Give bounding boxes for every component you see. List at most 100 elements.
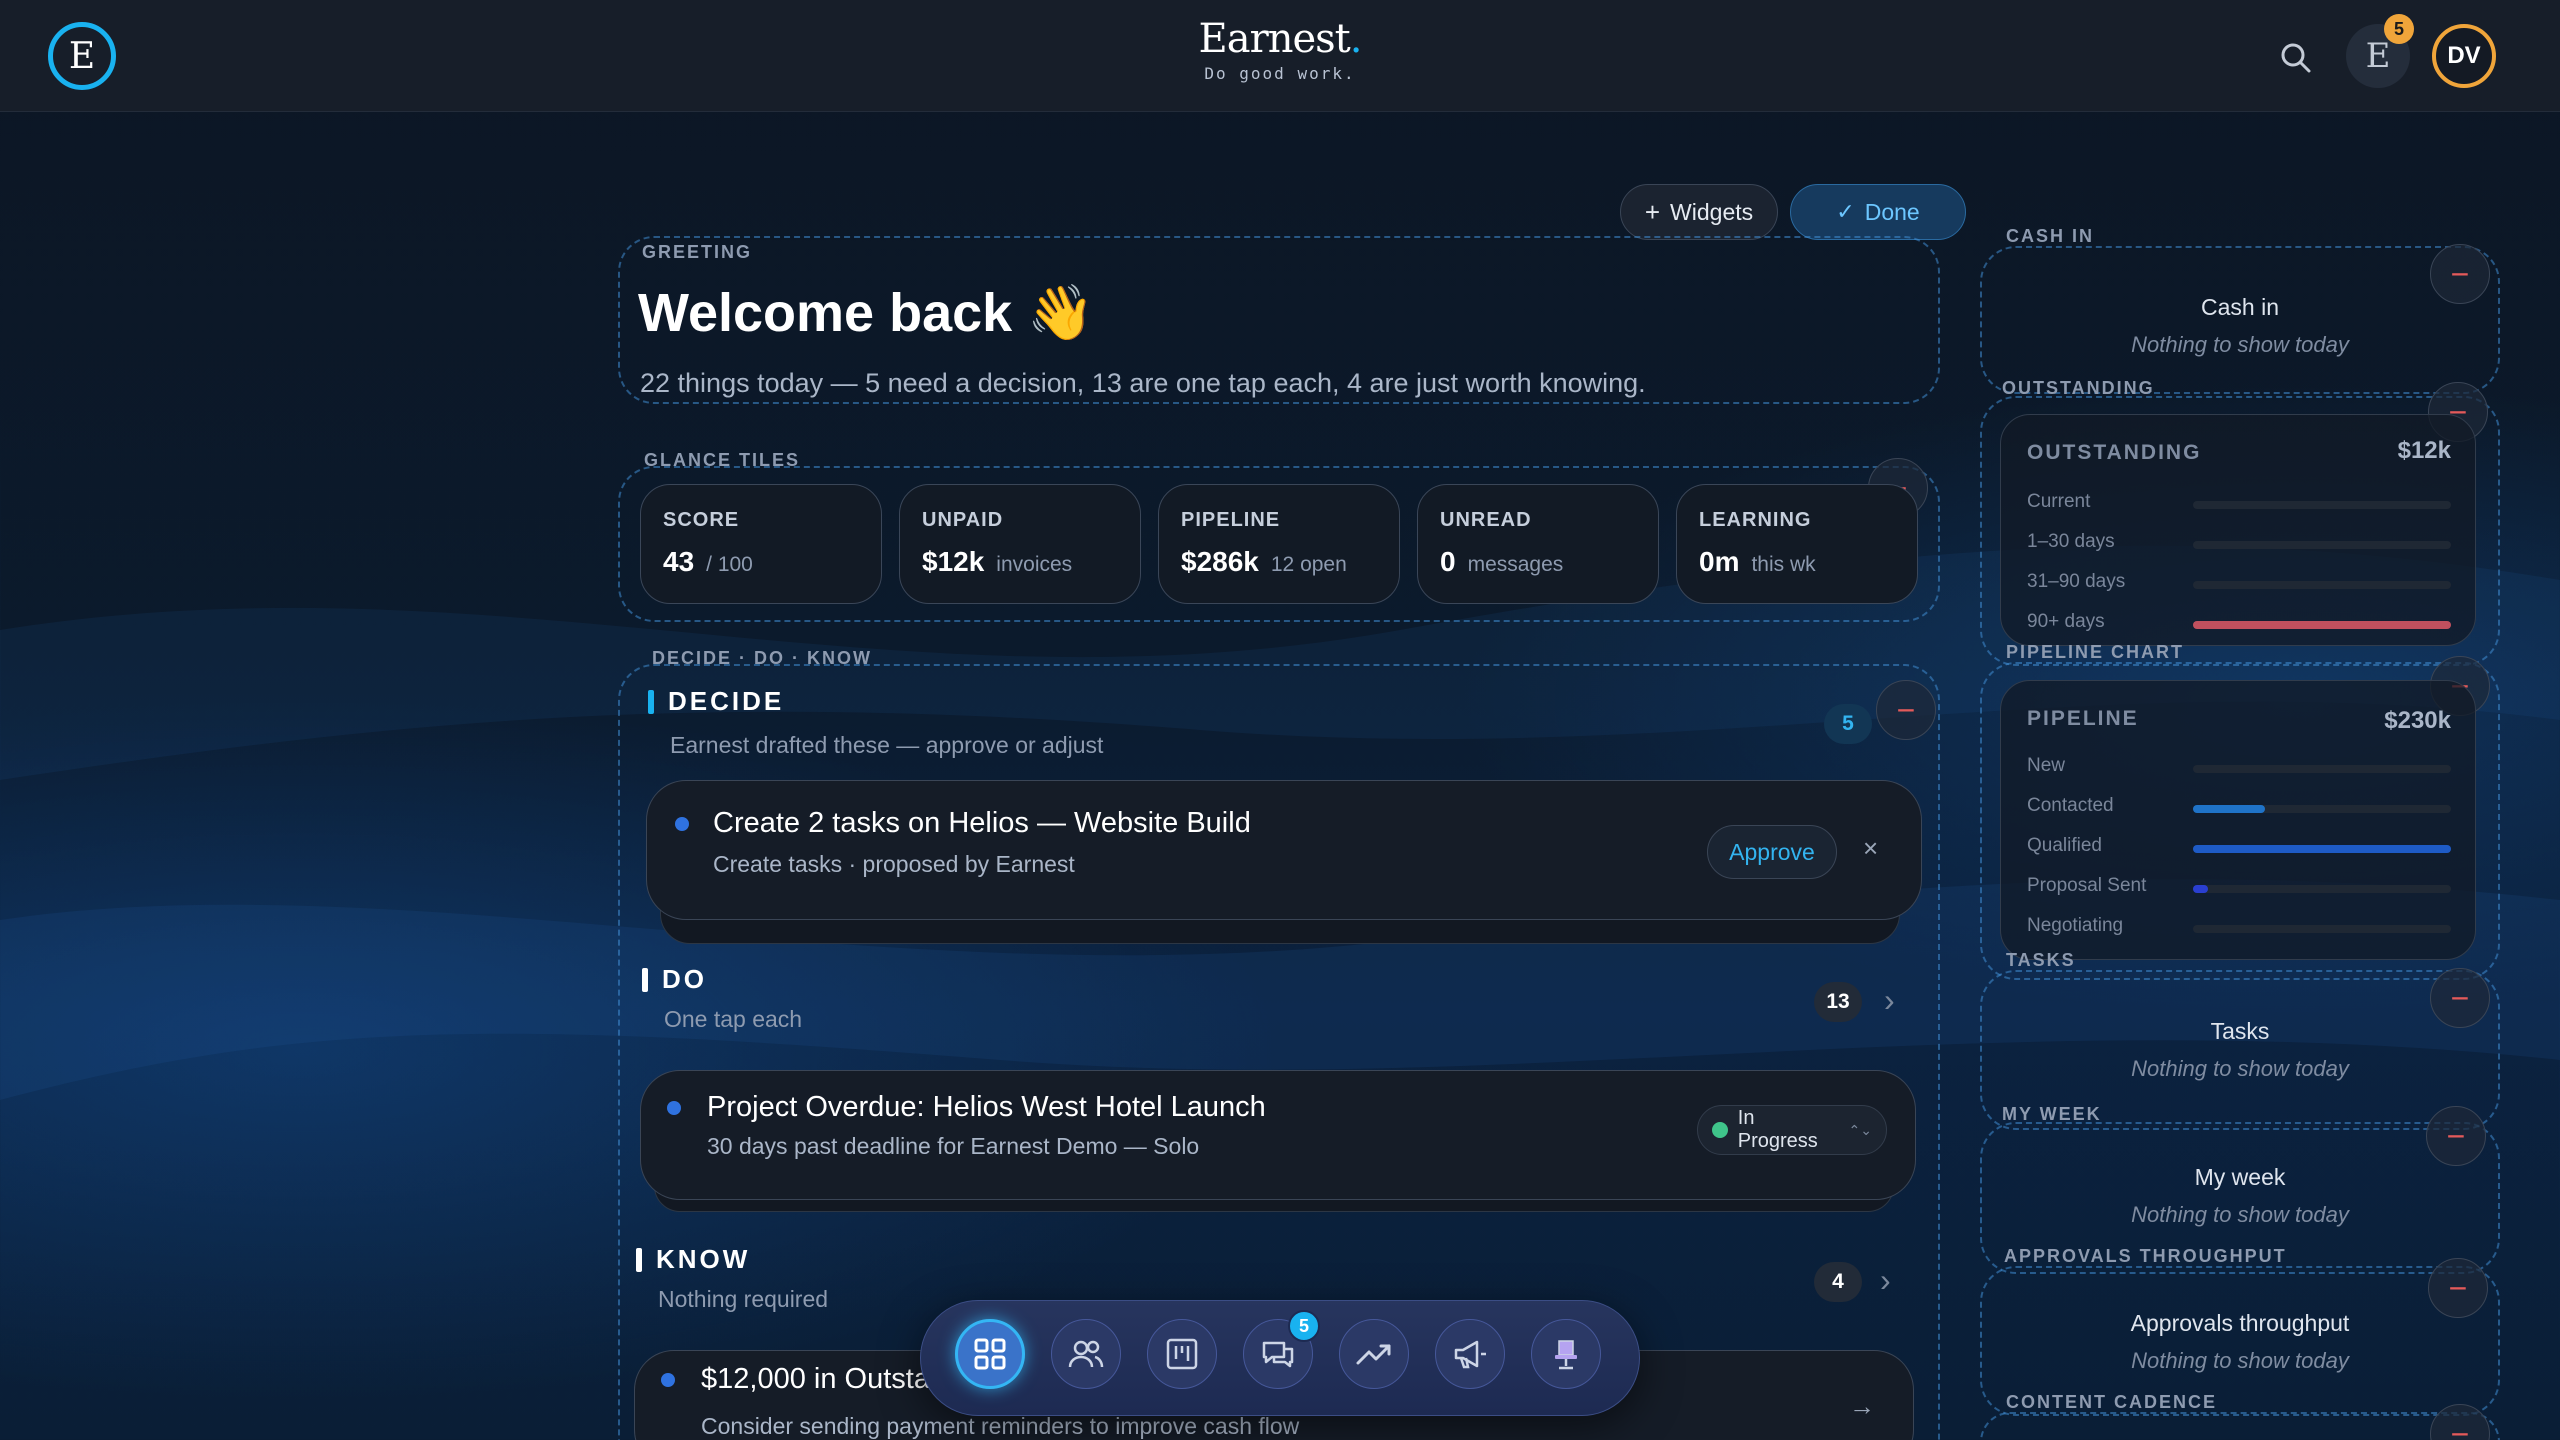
approvals-title: Approvals throughput [2130, 1310, 2350, 1336]
decide-header: DECIDE [648, 686, 784, 717]
outstanding-total: $12k [2397, 437, 2451, 464]
outstanding-row-bar [2193, 621, 2451, 629]
do-subtitle: One tap each [664, 1006, 803, 1032]
pipeline-row-label: Proposal Sent [2027, 875, 2147, 896]
dock-workspace-button[interactable] [1531, 1319, 1601, 1389]
tasks-title: Tasks [2210, 1018, 2270, 1044]
do-count-badge: 13 [1814, 982, 1862, 1022]
pipeline-row-bar [2193, 845, 2451, 853]
card-subtitle: Consider sending payment reminders to im… [701, 1413, 1300, 1439]
content-cadence-section-label: CONTENT CADENCE [2006, 1392, 2218, 1412]
trend-icon [1356, 1344, 1391, 1365]
do-accent-bar [642, 967, 648, 992]
know-title: KNOW [656, 1244, 751, 1274]
outstanding-panel: OUTSTANDING $12k Current 1–30 days 31–90 d… [2000, 414, 2476, 646]
glance-tile-score[interactable]: SCORE 43 / 100 [640, 484, 882, 604]
tasks-section-label: TASKS [2006, 950, 2076, 970]
widgets-label: Widgets [1670, 198, 1754, 225]
know-count-badge: 4 [1814, 1262, 1862, 1302]
dock-board-button[interactable] [1147, 1319, 1217, 1389]
status-select[interactable]: In Progress ⌃⌄ [1697, 1105, 1887, 1155]
plus-icon: + [1644, 196, 1661, 227]
decide-count-badge: 5 [1824, 704, 1872, 744]
remove-ddk-button[interactable]: − [1876, 680, 1936, 740]
done-button[interactable]: ✓ Done [1790, 184, 1966, 240]
pipeline-row-label: Contacted [2027, 795, 2114, 816]
chair-icon [1555, 1340, 1577, 1370]
messages-badge: 5 [1288, 1310, 1320, 1342]
glance-tile-unread[interactable]: UNREAD 0 messages [1417, 484, 1659, 604]
brand-tagline: Do good work. [1204, 64, 1356, 83]
outstanding-row-track [2193, 581, 2451, 589]
decide-accent-bar [648, 689, 654, 714]
remove-my-week-button[interactable]: − [2426, 1106, 2486, 1166]
remove-approvals-button[interactable]: − [2428, 1258, 2488, 1318]
pipeline-total: $230k [2384, 707, 2451, 734]
dock-announce-button[interactable] [1435, 1319, 1505, 1389]
arrow-right-icon[interactable]: → [1849, 1391, 1875, 1422]
minus-icon: − [1896, 691, 1916, 728]
decide-title: DECIDE [668, 686, 785, 716]
notifications-button[interactable]: E 5 [2346, 14, 2414, 88]
logo-letter: E [68, 35, 96, 77]
dock-messages-button[interactable]: 5 [1243, 1310, 1320, 1389]
know-subtitle: Nothing required [658, 1286, 829, 1312]
tile-unit: 12 open [1270, 553, 1347, 576]
avatar[interactable]: DV [2432, 24, 2496, 88]
pipeline-section-label: PIPELINE CHART [2006, 642, 2185, 662]
glance-tile-learning[interactable]: LEARNING 0m this wk [1676, 484, 1918, 604]
people-icon [1068, 1340, 1104, 1368]
know-header: KNOW [636, 1244, 750, 1275]
welcome-subtitle: 22 things today — 5 need a decision, 13 … [640, 368, 1646, 398]
minus-icon: − [2450, 1415, 2470, 1440]
megaphone-icon [1454, 1340, 1486, 1369]
my-week-title: My week [2194, 1164, 2286, 1190]
card-subtitle: Create tasks · proposed by Earnest [713, 851, 1075, 877]
card-title: Project Overdue: Helios West Hotel Launc… [707, 1091, 1266, 1123]
brand-name: Earnest. [1180, 16, 1380, 62]
card-status-dot [675, 817, 689, 831]
done-label: Done [1864, 198, 1920, 225]
pipeline-row-track [2193, 925, 2451, 933]
tile-label: LEARNING [1699, 509, 1812, 531]
app-logo[interactable]: E [48, 22, 116, 90]
pipeline-row-bar [2193, 805, 2266, 813]
dock-people-button[interactable] [1051, 1319, 1121, 1389]
pipeline-row-track [2193, 765, 2451, 773]
minus-icon: − [2446, 1117, 2466, 1154]
minus-icon: − [2450, 255, 2470, 292]
glance-tile-unpaid[interactable]: UNPAID $12k invoices [899, 484, 1141, 604]
card-title: Create 2 tasks on Helios — Website Build [713, 807, 1251, 839]
tile-value: $12k [922, 546, 985, 577]
cash-in-section-label: CASH IN [2006, 226, 2095, 246]
bottom-dock: 5 [920, 1300, 1640, 1416]
pipeline-row-label: Negotiating [2027, 915, 2124, 936]
board-icon [1166, 1338, 1198, 1370]
chevron-right-icon[interactable]: › [1884, 982, 1895, 1019]
brand-name-text: Earnest [1198, 16, 1351, 62]
search-icon[interactable] [2276, 38, 2316, 78]
glance-tile-pipeline[interactable]: PIPELINE $286k 12 open [1158, 484, 1400, 604]
tile-value: 43 [663, 546, 695, 577]
outstanding-row-label: 31–90 days [2027, 571, 2126, 592]
cash-in-title: Cash in [2201, 294, 2279, 320]
outstanding-row-track [2193, 541, 2451, 549]
decide-subtitle: Earnest drafted these — approve or adjus… [670, 732, 1104, 758]
dismiss-icon[interactable]: × [1863, 833, 1878, 864]
tile-label: UNREAD [1440, 509, 1532, 531]
outstanding-row-label: 1–30 days [2027, 531, 2115, 552]
tile-unit: messages [1467, 553, 1564, 576]
minus-icon: − [2448, 1269, 2468, 1306]
approve-button[interactable]: Approve [1707, 825, 1837, 879]
know-accent-bar [636, 1247, 642, 1272]
pipeline-panel-title: PIPELINE [2027, 707, 2139, 730]
add-widgets-button[interactable]: + Widgets [1620, 184, 1778, 240]
do-card[interactable]: Project Overdue: Helios West Hotel Launc… [640, 1070, 1916, 1200]
chevron-right-icon[interactable]: › [1880, 1262, 1891, 1299]
decide-card[interactable]: Create 2 tasks on Helios — Website Build… [646, 780, 1922, 920]
pipeline-row-track [2193, 885, 2451, 893]
dock-dashboard-button[interactable] [955, 1319, 1025, 1389]
updown-icon: ⌃⌄ [1848, 1121, 1872, 1138]
card-status-dot [667, 1101, 681, 1115]
dock-trend-button[interactable] [1339, 1319, 1409, 1389]
